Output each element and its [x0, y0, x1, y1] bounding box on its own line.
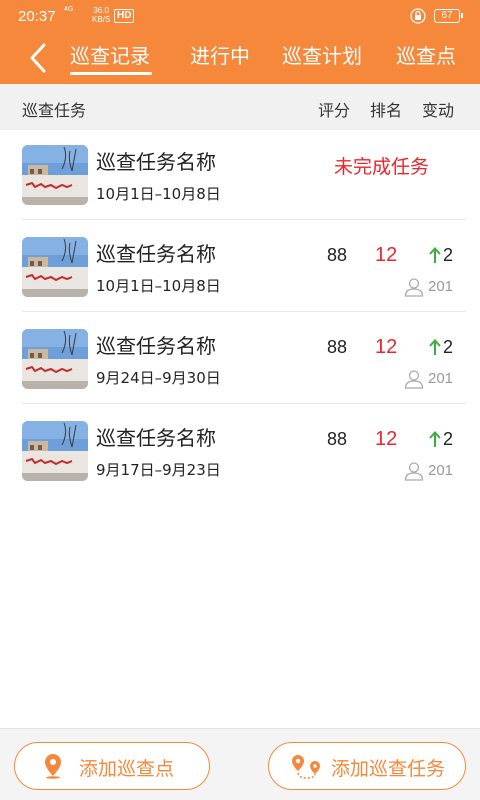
task-score: 88: [327, 245, 348, 265]
status-bar: 20:37 4G 36.0 KB/S HD 67: [0, 0, 480, 36]
network-speed-value: 36.0: [93, 6, 109, 15]
tab-records[interactable]: 巡查记录: [70, 42, 150, 74]
add-point-label: 添加巡查点: [79, 758, 175, 780]
add-task-button[interactable]: 添加巡查任务: [268, 742, 466, 790]
person-icon: [404, 278, 424, 297]
location-pin-icon: [45, 754, 61, 779]
route-icon: [292, 755, 320, 779]
hd-badge: HD: [114, 9, 135, 23]
task-thumbnail: [22, 145, 88, 205]
task-thumbnail: [22, 421, 88, 481]
tab-plan[interactable]: 巡查计划: [282, 42, 362, 74]
task-date: 10月1日–10月8日: [96, 185, 221, 203]
arrow-up-icon: [429, 431, 441, 447]
task-date: 10月1日–10月8日: [96, 277, 221, 295]
task-change: 2: [443, 245, 454, 265]
list-item[interactable]: 巡查任务名称 10月1日–10月8日 88 12 2 201: [0, 220, 480, 312]
task-name: 巡查任务名称: [96, 334, 216, 358]
task-name: 巡查任务名称: [96, 150, 216, 174]
task-rank: 12: [375, 336, 398, 358]
list-item[interactable]: 巡查任务名称 10月1日–10月8日 未完成任务: [0, 128, 480, 220]
column-score[interactable]: 评分: [318, 97, 350, 121]
column-change[interactable]: 变动: [422, 97, 454, 121]
participant-count: 201: [428, 462, 454, 479]
participant-count: 201: [428, 278, 454, 295]
column-rank[interactable]: 排名: [370, 97, 402, 121]
battery-indicator: 67: [434, 9, 463, 23]
person-icon: [404, 462, 424, 481]
tab-points[interactable]: 巡查点: [396, 42, 456, 74]
status-time: 20:37: [18, 8, 56, 25]
top-bar: 20:37 4G 36.0 KB/S HD 67 巡查记录 进行中 巡查计划 巡…: [0, 0, 480, 84]
status-incomplete: 未完成任务: [334, 156, 430, 178]
add-point-button[interactable]: 添加巡查点: [14, 742, 210, 790]
column-header: 巡查任务 评分 排名 变动: [0, 84, 480, 130]
add-task-label: 添加巡查任务: [331, 758, 446, 780]
task-change: 2: [443, 337, 454, 357]
lock-icon: [410, 8, 426, 24]
network-speed-unit: KB/S: [92, 15, 111, 24]
arrow-up-icon: [429, 247, 441, 263]
task-date: 9月24日–9月30日: [96, 369, 221, 387]
tab-ongoing[interactable]: 进行中: [190, 42, 250, 74]
task-date: 9月17日–9月23日: [96, 461, 221, 479]
list-item[interactable]: 巡查任务名称 9月24日–9月30日 88 12 2 201: [0, 312, 480, 404]
task-thumbnail: [22, 237, 88, 297]
task-change: 2: [443, 429, 454, 449]
task-score: 88: [327, 429, 348, 449]
active-tab-indicator: [70, 72, 152, 75]
list-item[interactable]: 巡查任务名称 9月17日–9月23日 88 12 2 201: [0, 404, 480, 496]
arrow-up-icon: [429, 339, 441, 355]
column-task: 巡查任务: [22, 101, 87, 120]
task-rank: 12: [375, 428, 398, 450]
task-rank: 12: [375, 244, 398, 266]
network-indicator: 4G: [64, 6, 74, 13]
task-thumbnail: [22, 329, 88, 389]
task-score: 88: [327, 337, 348, 357]
network-speed: 36.0 KB/S: [92, 6, 110, 24]
task-name: 巡查任务名称: [96, 426, 216, 450]
person-icon: [404, 370, 424, 389]
bottom-action-bar: 添加巡查点 添加巡查任务: [0, 728, 480, 800]
participant-count: 201: [428, 370, 454, 387]
back-icon[interactable]: [22, 40, 56, 76]
task-name: 巡查任务名称: [96, 242, 216, 266]
